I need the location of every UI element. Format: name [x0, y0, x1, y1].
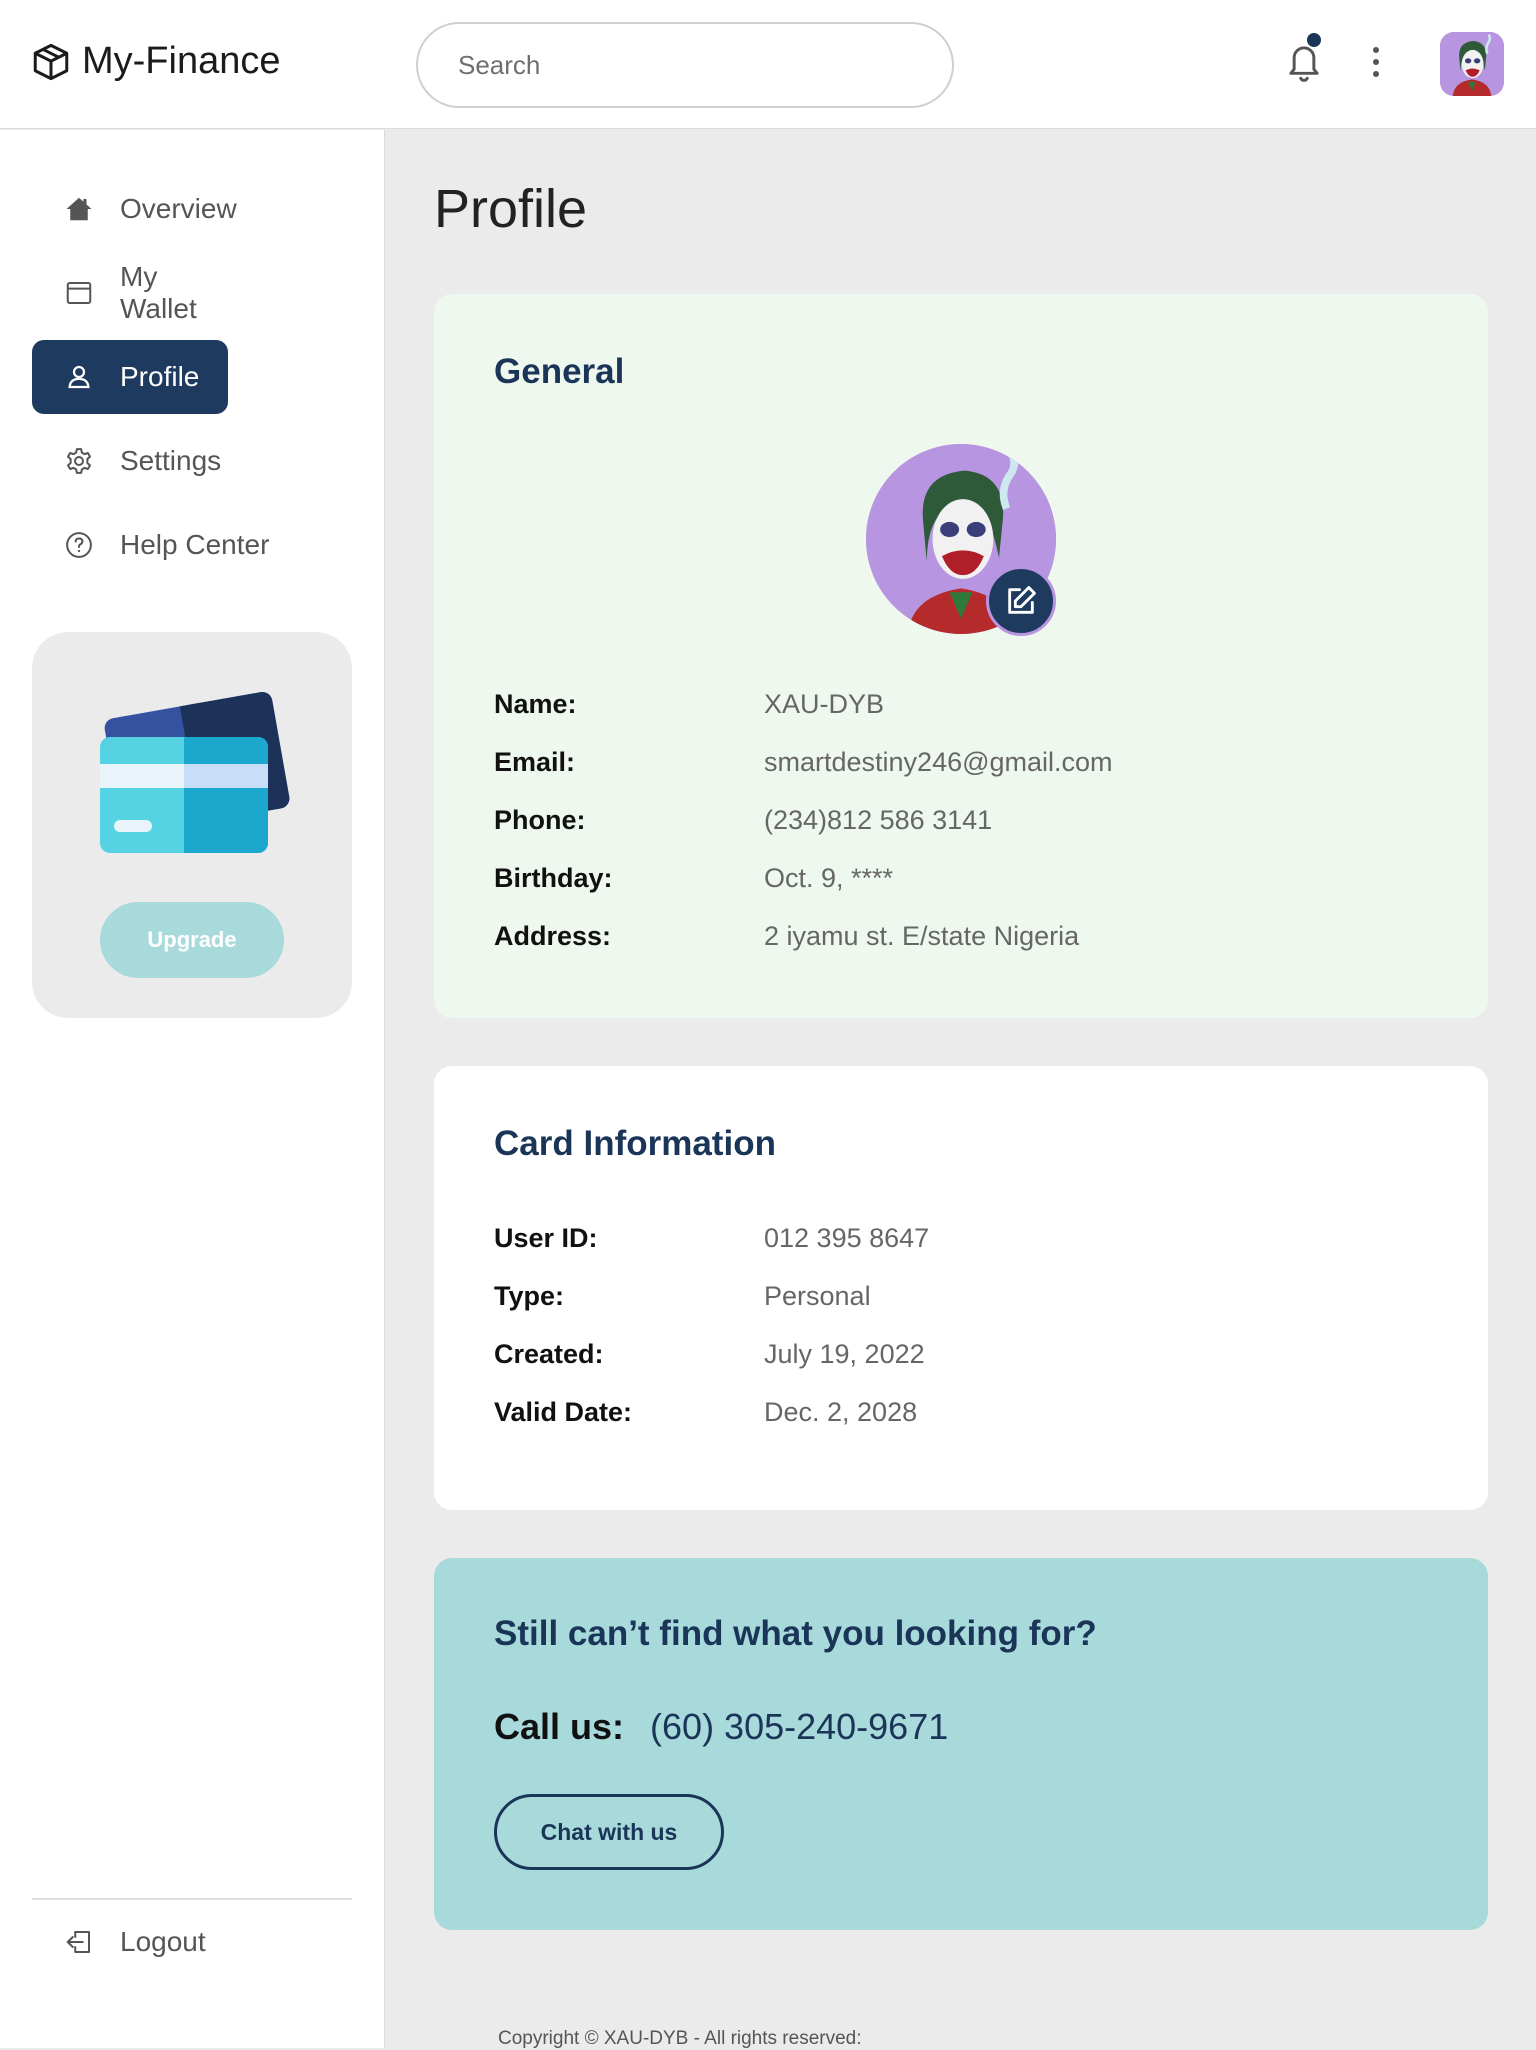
- edit-avatar-button[interactable]: [986, 566, 1056, 636]
- field-row-phone: Phone: (234)812 586 3141: [494, 802, 992, 838]
- edit-icon: [1008, 586, 1036, 614]
- general-card: General Name: XAU-DYB Email: smartdestin…: [434, 294, 1488, 1018]
- help-card: Still can’t find what you looking for? C…: [434, 1558, 1488, 1930]
- page-title: Profile: [434, 179, 588, 239]
- field-value: smartdestiny246@gmail.com: [764, 746, 1113, 777]
- sidebar-item-help-center[interactable]: Help Center: [32, 508, 272, 582]
- field-row-valid-date: Valid Date: Dec. 2, 2028: [494, 1394, 917, 1430]
- logout-label: Logout: [120, 1926, 206, 1957]
- call-us-number[interactable]: (60) 305-240-9671: [650, 1706, 948, 1748]
- sidebar-item-my-wallet[interactable]: My Wallet: [32, 256, 228, 330]
- card-information-title: Card Information: [494, 1124, 776, 1163]
- user-icon: [68, 365, 90, 389]
- field-value: Personal: [764, 1280, 871, 1311]
- sidebar-nav: Overview My Wallet Profile Settings Help…: [0, 130, 385, 2048]
- field-row-email: Email: smartdestiny246@gmail.com: [494, 744, 1113, 780]
- field-value: July 19, 2022: [764, 1338, 925, 1369]
- field-row-address: Address: 2 iyamu st. E/state Nigeria: [494, 918, 1079, 954]
- wallet-icon: [66, 282, 92, 304]
- field-row-birthday: Birthday: Oct. 9, ****: [494, 860, 893, 896]
- profile-avatar-wrap: [866, 444, 1056, 636]
- field-label: Name:: [494, 688, 577, 719]
- field-value: 2 iyamu st. E/state Nigeria: [764, 920, 1080, 951]
- field-row-user-id: User ID: 012 395 8647: [494, 1220, 929, 1256]
- field-label: Valid Date:: [494, 1396, 633, 1427]
- field-label: Birthday:: [494, 862, 613, 893]
- sidebar-divider: [32, 1898, 352, 1900]
- joker-avatar-image: [1440, 32, 1504, 96]
- gear-icon: [67, 448, 91, 474]
- field-row-type: Type: Personal: [494, 1278, 871, 1314]
- logout-button[interactable]: Logout: [64, 1926, 206, 1958]
- brand[interactable]: My-Finance: [30, 40, 281, 83]
- sidebar-item-label: Overview: [120, 193, 237, 224]
- field-label: Type:: [494, 1280, 565, 1311]
- field-label: Email:: [494, 746, 576, 777]
- sidebar-item-profile[interactable]: Profile: [32, 340, 228, 414]
- field-value: (234)812 586 3141: [764, 804, 993, 835]
- footer-copyright: Copyright © XAU-DYB - All rights reserve…: [498, 2028, 862, 2049]
- credit-cards-illustration: [100, 691, 290, 853]
- sidebar-item-settings[interactable]: Settings: [32, 424, 228, 498]
- field-row-name: Name: XAU-DYB: [494, 686, 884, 722]
- field-label: Address:: [494, 920, 612, 951]
- field-label: Created:: [494, 1338, 604, 1369]
- field-row-created: Created: July 19, 2022: [494, 1336, 925, 1372]
- field-value: Dec. 2, 2028: [764, 1396, 918, 1427]
- cube-icon: [33, 43, 69, 80]
- help-title: Still can’t find what you looking for?: [494, 1614, 1097, 1653]
- field-label: User ID:: [494, 1222, 598, 1253]
- logout-icon: [66, 1931, 90, 1953]
- upgrade-button[interactable]: Upgrade: [100, 902, 284, 978]
- sidebar-item-label: Settings: [120, 445, 222, 476]
- user-avatar[interactable]: [1440, 32, 1504, 96]
- notification-dot: [1307, 33, 1321, 47]
- sidebar-item-label: Help Center: [120, 529, 270, 560]
- sidebar-item-label: Profile: [120, 361, 200, 392]
- top-bar: My-Finance: [0, 0, 1536, 129]
- field-label: Phone:: [494, 804, 586, 835]
- call-us-row: Call us: (60) 305-240-9671: [494, 1706, 948, 1748]
- home-icon: [66, 197, 92, 221]
- upgrade-promo-card: Upgrade: [32, 632, 352, 1018]
- field-value: Oct. 9, ****: [764, 862, 894, 893]
- field-value: XAU-DYB: [764, 688, 885, 719]
- chat-with-us-button[interactable]: Chat with us: [494, 1794, 724, 1870]
- sidebar-item-label: My Wallet: [120, 261, 197, 324]
- field-value: 012 395 8647: [764, 1222, 930, 1253]
- brand-name: My-Finance: [82, 40, 281, 82]
- call-us-label: Call us:: [494, 1706, 625, 1747]
- search-input[interactable]: [416, 22, 954, 108]
- kebab-icon[interactable]: [1364, 44, 1388, 80]
- general-title: General: [494, 352, 625, 391]
- card-information-card: Card Information User ID: 012 395 8647 T…: [434, 1066, 1488, 1510]
- question-icon: [66, 532, 92, 558]
- sidebar-item-overview[interactable]: Overview: [32, 172, 237, 246]
